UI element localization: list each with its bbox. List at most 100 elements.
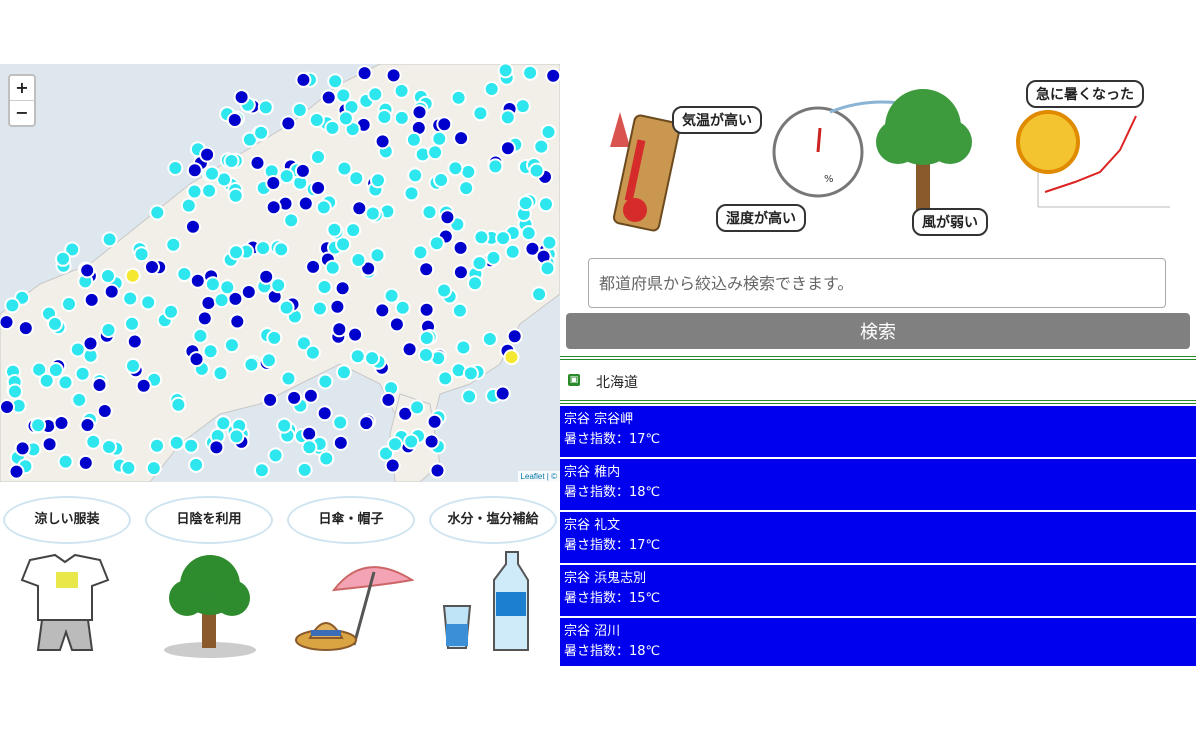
- station-marker[interactable]: [280, 115, 297, 132]
- station-marker[interactable]: [188, 456, 205, 473]
- station-marker[interactable]: [520, 225, 537, 242]
- station-marker[interactable]: [499, 109, 516, 126]
- station-marker[interactable]: [473, 229, 490, 246]
- station-marker[interactable]: [200, 295, 217, 311]
- station-marker[interactable]: [436, 282, 453, 299]
- station-marker[interactable]: [261, 352, 277, 369]
- station-marker[interactable]: [167, 160, 184, 176]
- station-marker[interactable]: [189, 272, 206, 289]
- station-marker[interactable]: [228, 428, 245, 445]
- station-marker[interactable]: [302, 387, 319, 404]
- station-marker[interactable]: [418, 261, 435, 278]
- station-marker[interactable]: [57, 374, 74, 391]
- station-marker[interactable]: [364, 350, 381, 367]
- station-marker[interactable]: [69, 341, 86, 358]
- station-marker[interactable]: [394, 299, 411, 316]
- station-marker[interactable]: [376, 109, 393, 125]
- station-marker[interactable]: [327, 73, 344, 90]
- station-marker[interactable]: [85, 433, 102, 450]
- station-marker[interactable]: [8, 463, 25, 480]
- station-marker[interactable]: [100, 322, 117, 338]
- station-marker[interactable]: [503, 349, 520, 366]
- station-marker[interactable]: [55, 250, 71, 267]
- station-marker[interactable]: [481, 331, 498, 347]
- station-marker[interactable]: [265, 175, 282, 191]
- station-marker[interactable]: [310, 179, 327, 196]
- station-marker[interactable]: [499, 140, 516, 157]
- station-marker[interactable]: [324, 119, 341, 136]
- station-marker[interactable]: [351, 200, 368, 217]
- station-marker[interactable]: [233, 89, 250, 106]
- station-marker[interactable]: [14, 440, 31, 457]
- station-marker[interactable]: [77, 454, 94, 471]
- station-marker[interactable]: [452, 239, 469, 256]
- leaflet-link[interactable]: Leaflet: [521, 472, 545, 481]
- station-marker[interactable]: [369, 247, 386, 264]
- search-button[interactable]: 検索: [566, 313, 1190, 349]
- station-marker[interactable]: [294, 162, 311, 179]
- station-marker[interactable]: [255, 240, 272, 257]
- station-marker[interactable]: [176, 266, 193, 282]
- station-marker[interactable]: [83, 291, 100, 308]
- station-marker[interactable]: [421, 204, 438, 221]
- station-marker[interactable]: [356, 65, 373, 82]
- station-marker[interactable]: [240, 284, 257, 300]
- station-marker[interactable]: [311, 300, 328, 317]
- station-marker[interactable]: [358, 415, 375, 432]
- station-marker[interactable]: [393, 82, 410, 99]
- station-marker[interactable]: [418, 330, 435, 346]
- station-marker[interactable]: [223, 153, 240, 169]
- station-marker[interactable]: [528, 162, 545, 179]
- station-marker[interactable]: [163, 303, 179, 320]
- station-marker[interactable]: [467, 275, 483, 292]
- station-marker[interactable]: [168, 434, 185, 451]
- station-marker[interactable]: [223, 337, 240, 354]
- station-marker[interactable]: [522, 64, 539, 81]
- prefecture-header[interactable]: ▣ 北海道: [560, 356, 1196, 404]
- station-marker[interactable]: [450, 89, 467, 106]
- station-marker[interactable]: [317, 373, 334, 390]
- station-marker[interactable]: [349, 348, 366, 365]
- station-marker[interactable]: [41, 436, 58, 453]
- station-marker[interactable]: [124, 267, 141, 284]
- station-marker[interactable]: [495, 230, 512, 247]
- station-marker[interactable]: [545, 67, 560, 84]
- station-marker[interactable]: [388, 316, 405, 333]
- station-marker[interactable]: [412, 244, 429, 261]
- station-marker[interactable]: [301, 439, 318, 456]
- station-marker[interactable]: [436, 116, 453, 133]
- station-marker[interactable]: [286, 389, 303, 406]
- station-marker[interactable]: [204, 276, 221, 293]
- station-marker[interactable]: [316, 279, 333, 295]
- station-marker[interactable]: [296, 461, 313, 478]
- station-item[interactable]: 宗谷 稚内 暑さ指数：18℃: [560, 459, 1196, 510]
- station-marker[interactable]: [407, 167, 424, 184]
- station-marker[interactable]: [320, 89, 337, 106]
- station-marker[interactable]: [332, 434, 349, 451]
- station-marker[interactable]: [453, 130, 470, 147]
- station-marker[interactable]: [460, 163, 477, 180]
- station-marker[interactable]: [427, 144, 444, 161]
- station-marker[interactable]: [439, 209, 456, 226]
- station-marker[interactable]: [199, 146, 216, 163]
- station-marker[interactable]: [472, 105, 489, 122]
- station-marker[interactable]: [367, 86, 384, 103]
- station-marker[interactable]: [433, 172, 450, 188]
- station-marker[interactable]: [429, 462, 446, 479]
- station-marker[interactable]: [186, 162, 203, 179]
- station-marker[interactable]: [374, 133, 391, 150]
- station-marker[interactable]: [267, 447, 284, 464]
- station-marker[interactable]: [326, 221, 343, 238]
- station-marker[interactable]: [455, 339, 472, 356]
- station-marker[interactable]: [348, 170, 365, 187]
- station-marker[interactable]: [149, 437, 165, 454]
- station-marker[interactable]: [462, 365, 479, 382]
- station-marker[interactable]: [71, 391, 88, 408]
- station-marker[interactable]: [101, 231, 118, 248]
- prefecture-search-input[interactable]: [588, 258, 1166, 308]
- station-marker[interactable]: [458, 180, 475, 197]
- station-marker[interactable]: [258, 268, 275, 285]
- station-marker[interactable]: [145, 460, 162, 477]
- station-marker[interactable]: [201, 182, 218, 199]
- station-marker[interactable]: [387, 436, 404, 453]
